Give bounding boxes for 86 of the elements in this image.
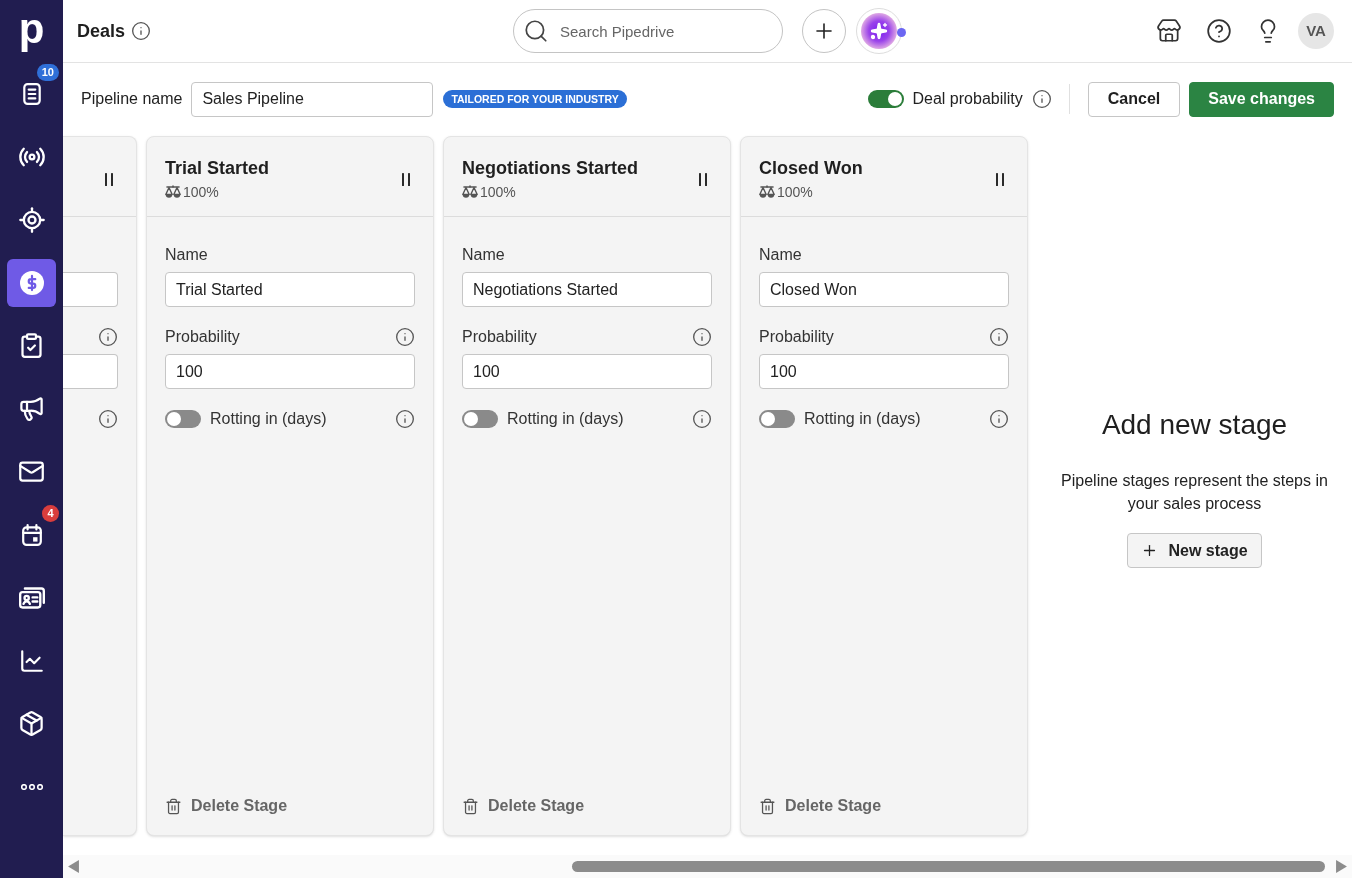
toggle-switch[interactable] [867,90,904,108]
stage-probability: 100% [777,183,813,200]
page-title: Deals [77,19,126,43]
add-stage-description: Pipeline stages represent the steps in your sales process [1060,471,1329,514]
text-field[interactable] [63,354,118,389]
field-label: Probability [165,327,240,347]
delete-stage-button[interactable]: Delete Stage [759,794,882,818]
field-label: Name [759,245,802,265]
target-icon [17,205,46,234]
drag-handle-icon[interactable] [699,172,707,186]
calendar-icon [20,523,43,546]
drag-handle-icon[interactable] [402,172,410,186]
info-icon[interactable] [131,21,152,41]
info-icon[interactable] [1031,89,1052,109]
field-label: Pipeline name [81,89,183,109]
sparkle-icon [861,13,897,49]
text-field[interactable]: Negotiations Started [462,272,712,307]
save-button[interactable]: Save changes [1189,81,1334,117]
pipeline-name-field[interactable]: Sales Pipeline [191,81,434,117]
delete-stage-button[interactable]: Delete Stage [462,794,585,818]
info-icon[interactable] [395,409,415,429]
clipboard-check-icon [18,332,45,359]
ai-assistant-button[interactable] [856,8,902,54]
new-stage-button[interactable]: New stage [1127,533,1262,568]
line-chart-icon [18,647,45,674]
count-badge: 10 [36,64,59,81]
scale-icon [165,185,181,198]
text-field[interactable] [63,272,118,307]
user-avatar[interactable]: VA [1298,13,1334,49]
scroll-left-icon[interactable] [68,860,79,873]
info-icon[interactable] [395,327,415,347]
info-icon[interactable] [989,327,1009,347]
drag-handle-icon[interactable] [105,172,113,186]
cancel-button[interactable]: Cancel [1087,81,1181,117]
info-icon[interactable] [989,409,1009,429]
text-field[interactable]: Closed Won [759,272,1009,307]
scrollbar-thumb[interactable] [572,861,1325,872]
text-field[interactable]: Trial Started [165,272,415,307]
toggle-switch[interactable] [165,410,201,428]
field-label: Name [462,245,505,265]
delete-stage-button[interactable]: Delete Stage [165,794,288,818]
add-stage-title: Add new stage [1101,408,1288,442]
toggle-label: Deal probability [912,89,1023,109]
drag-handle-icon[interactable] [996,172,1004,186]
info-icon[interactable] [692,327,712,347]
horizontal-scrollbar[interactable] [63,855,1352,878]
store-icon[interactable] [1156,18,1182,44]
scroll-right-icon[interactable] [1336,860,1347,873]
box-icon [18,710,45,737]
stage-probability: 100% [183,183,219,200]
dollar-coin-icon [19,270,44,295]
help-icon[interactable] [1206,18,1232,44]
scale-icon [462,185,478,198]
field-label: Probability [462,327,537,347]
field-label: Probability [759,327,834,347]
sidebar-item[interactable] [7,258,56,307]
logo[interactable]: p [18,8,45,50]
text-field[interactable]: 100 [462,354,712,389]
megaphone-icon [18,395,45,422]
field-label: Name [165,245,208,265]
trash-icon [759,797,776,815]
stage-title: Closed Won [759,156,863,179]
info-icon[interactable] [98,409,118,429]
toggle-label: Rotting in (days) [507,409,624,429]
toggle-label: Rotting in (days) [804,409,921,429]
trash-icon [165,797,182,815]
toggle-label: Rotting in (days) [210,409,327,429]
toggle-switch[interactable] [462,410,498,428]
stage-probability: 100% [480,183,516,200]
info-icon[interactable] [98,327,118,347]
count-badge: 4 [42,505,59,522]
scale-icon [759,185,775,198]
text-field[interactable]: 100 [759,354,1009,389]
text-field[interactable]: 100 [165,354,415,389]
toggle-switch[interactable] [759,410,795,428]
stage-title: Negotiations Started [462,156,639,179]
trash-icon [462,797,479,815]
search-icon [523,18,549,44]
contact-cards-icon [18,584,45,611]
info-icon[interactable] [692,409,712,429]
industry-badge: TAILORED FOR YOUR INDUSTRY [443,90,627,108]
document-list-icon [20,82,43,105]
search-field[interactable]: Search Pipedrive [513,9,783,53]
stage-title: Trial Started [165,156,270,179]
mail-icon [18,458,45,485]
more-icon [20,783,43,790]
